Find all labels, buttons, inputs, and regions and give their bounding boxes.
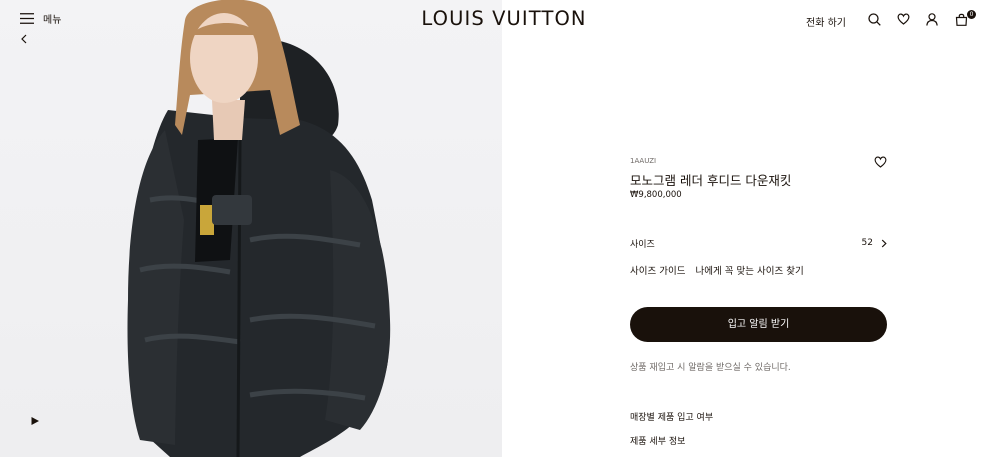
- product-name: 모노그램 레더 후디드 다운재킷: [630, 173, 792, 188]
- back-button[interactable]: [20, 30, 28, 49]
- model-photo: [127, 0, 391, 457]
- size-guide-row: 사이즈 가이드 나에게 꼭 맞는 사이즈 찾기: [630, 263, 887, 277]
- search-icon[interactable]: [868, 13, 881, 26]
- store-availability-link[interactable]: 매장별 제품 입고 여부: [630, 410, 887, 423]
- play-icon: [31, 417, 39, 425]
- size-value: 52: [861, 238, 873, 248]
- size-guide-label: 사이즈 가이드: [630, 266, 686, 277]
- top-header: 메뉴 LOUIS VUITTON 전화 하기 0: [0, 0, 996, 44]
- product-details-link[interactable]: 제품 세부 정보: [630, 434, 887, 447]
- product-image: [0, 0, 502, 457]
- brand-logo[interactable]: LOUIS VUITTON: [419, 7, 589, 30]
- cart-count-badge: 0: [967, 10, 976, 19]
- size-value-group: 52: [862, 238, 887, 248]
- play-video-button[interactable]: [30, 411, 40, 430]
- chevron-right-icon: [881, 239, 887, 247]
- size-label: 사이즈: [630, 239, 655, 250]
- find-my-size-link[interactable]: 나에게 꼭 맞는 사이즈 찾기: [695, 263, 803, 277]
- menu-label: 메뉴: [43, 15, 62, 26]
- menu-button[interactable]: 메뉴: [20, 11, 61, 26]
- chevron-left-icon: [21, 34, 27, 44]
- restock-note: 상품 재입고 시 알람을 받으실 수 있습니다.: [630, 363, 791, 373]
- wishlist-heart-icon[interactable]: [874, 156, 887, 168]
- heart-icon[interactable]: [897, 13, 910, 25]
- product-price: ₩9,800,000: [630, 190, 682, 200]
- restock-notify-button[interactable]: 입고 알림 받기: [630, 307, 887, 342]
- product-sku: 1AAUZI: [630, 157, 657, 165]
- hamburger-icon: [20, 13, 34, 24]
- size-selector[interactable]: 사이즈 52: [630, 236, 887, 250]
- call-button[interactable]: 전화 하기: [806, 14, 846, 29]
- account-icon[interactable]: [926, 13, 938, 26]
